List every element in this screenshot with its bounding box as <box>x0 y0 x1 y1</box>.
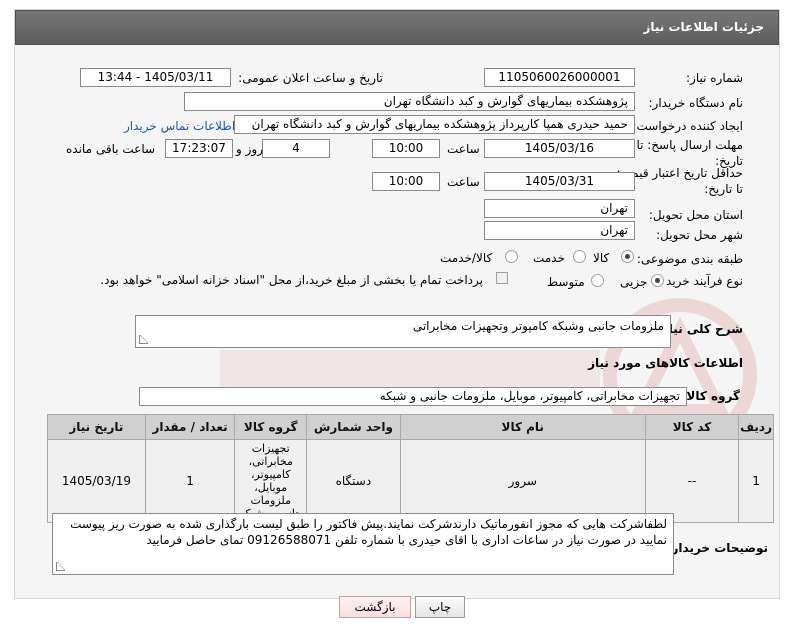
panel-header: جزئیات اطلاعات نیاز <box>15 10 779 45</box>
remaining-time-label: ساعت باقی مانده <box>66 142 156 156</box>
col-unit: واحد شمارش <box>306 414 401 440</box>
goods-group-field: تجهیزات مخابراتی، کامپیوتر، موبایل، ملزو… <box>139 387 687 406</box>
min-valid-label-2: تا تاریخ: <box>704 182 743 196</box>
items-table: ردیف کد کالا نام کالا واحد شمارش گروه کا… <box>47 414 774 523</box>
remaining-time-field: 17:23:07 <box>165 139 233 158</box>
category-radio-goods[interactable] <box>621 250 634 263</box>
table-header-row: ردیف کد کالا نام کالا واحد شمارش گروه کا… <box>47 414 774 440</box>
deadline-label: مهلت ارسال پاسخ: تا <box>636 138 743 152</box>
purchase-radio-medium[interactable] <box>591 274 604 287</box>
city-field: تهران <box>484 221 635 240</box>
resize-grip <box>56 562 65 571</box>
purchase-type-label: نوع فرآیند خرید : <box>658 274 743 288</box>
back-button[interactable]: بازگشت <box>339 596 411 618</box>
need-number-field: 1105060026000001 <box>484 68 635 87</box>
table-row[interactable]: 1 -- سرور دستگاه تجهیزات مخابراتی، کامپی… <box>47 439 774 523</box>
min-valid-label: حداقل تاریخ اعتبار قیمت: <box>616 166 743 180</box>
creator-label: ایجاد کننده درخواست: <box>632 119 743 133</box>
panel-title: جزئیات اطلاعات نیاز <box>643 20 764 34</box>
cell-name: سرور <box>399 439 646 523</box>
deadline-date-field: 1405/03/16 <box>484 139 635 158</box>
buyer-org-field: پژوهشکده بیماریهای گوارش و کبد دانشگاه ت… <box>184 92 635 111</box>
cell-unit: دستگاه <box>306 439 401 523</box>
buyer-contact-link[interactable]: اطلاعات تماس خریدار <box>124 119 235 133</box>
buyer-notes-text: لطفاشرکت هایی که مجوز انفورماتیک دارندشر… <box>70 517 667 547</box>
cell-qty: 1 <box>144 439 236 523</box>
buyer-notes-field: لطفاشرکت هایی که مجوز انفورماتیک دارندشر… <box>52 513 674 575</box>
days-remaining-field: 4 <box>262 139 330 158</box>
deadline-time-label: ساعت <box>447 142 480 156</box>
category-option-service: خدمت <box>533 251 565 265</box>
announce-field: 1405/03/11 - 13:44 <box>80 68 231 87</box>
creator-field: حمید حیدری همپا کارپرداز پژوهشکده بیماری… <box>234 115 635 134</box>
city-label: شهر محل تحویل: <box>656 228 743 242</box>
purchase-radio-minor[interactable] <box>651 274 664 287</box>
general-desc-text: ملزومات جانبی وشبکه کامپوتر وتجهیزات مخا… <box>412 319 664 333</box>
treasury-checkbox[interactable] <box>496 272 508 284</box>
category-option-both: کالا/خدمت <box>440 251 493 265</box>
province-label: استان محل تحویل: <box>648 208 743 222</box>
general-desc-field: ملزومات جانبی وشبکه کامپوتر وتجهیزات مخا… <box>135 315 671 348</box>
purchase-option-minor: جزیی <box>620 275 648 289</box>
province-field: تهران <box>484 199 635 218</box>
col-name: نام کالا <box>399 414 646 440</box>
print-button[interactable]: چاپ <box>415 596 465 618</box>
col-row: ردیف <box>738 414 774 440</box>
goods-group-label: گروه کالا: <box>681 389 740 403</box>
category-label: طبقه بندی موضوعی: <box>636 252 743 266</box>
cell-code: -- <box>644 439 740 523</box>
purchase-option-medium: متوسط <box>547 275 585 289</box>
cell-group: تجهیزات مخابراتی، کامپیوتر، موبایل، ملزو… <box>234 439 308 523</box>
buyer-notes-label: توضیحات خریدار: <box>666 541 768 555</box>
col-group: گروه کالا <box>234 414 308 440</box>
resize-grip <box>139 335 148 344</box>
min-valid-time-label: ساعت <box>447 175 480 189</box>
min-valid-date-field: 1405/03/31 <box>484 172 635 191</box>
cell-date: 1405/03/19 <box>47 439 146 523</box>
cell-row: 1 <box>738 439 774 523</box>
category-option-goods: کالا <box>593 251 610 265</box>
col-date: تاریخ نیاز <box>47 414 146 440</box>
deadline-time-field: 10:00 <box>372 139 440 158</box>
payment-note: پرداخت تمام یا بخشی از مبلغ خرید،از محل … <box>100 273 483 287</box>
col-qty: تعداد / مقدار <box>144 414 236 440</box>
category-radio-service[interactable] <box>573 250 586 263</box>
announce-label: تاریخ و ساعت اعلان عمومی: <box>238 71 383 85</box>
min-valid-time-field: 10:00 <box>372 172 440 191</box>
col-code: کد کالا <box>644 414 740 440</box>
buyer-org-label: نام دستگاه خریدار: <box>648 96 744 110</box>
goods-info-title: اطلاعات کالاهای مورد نیاز <box>588 356 743 370</box>
need-number-label: شماره نیاز: <box>686 71 743 85</box>
days-and-label: روز و <box>236 142 263 156</box>
category-radio-both[interactable] <box>505 250 518 263</box>
